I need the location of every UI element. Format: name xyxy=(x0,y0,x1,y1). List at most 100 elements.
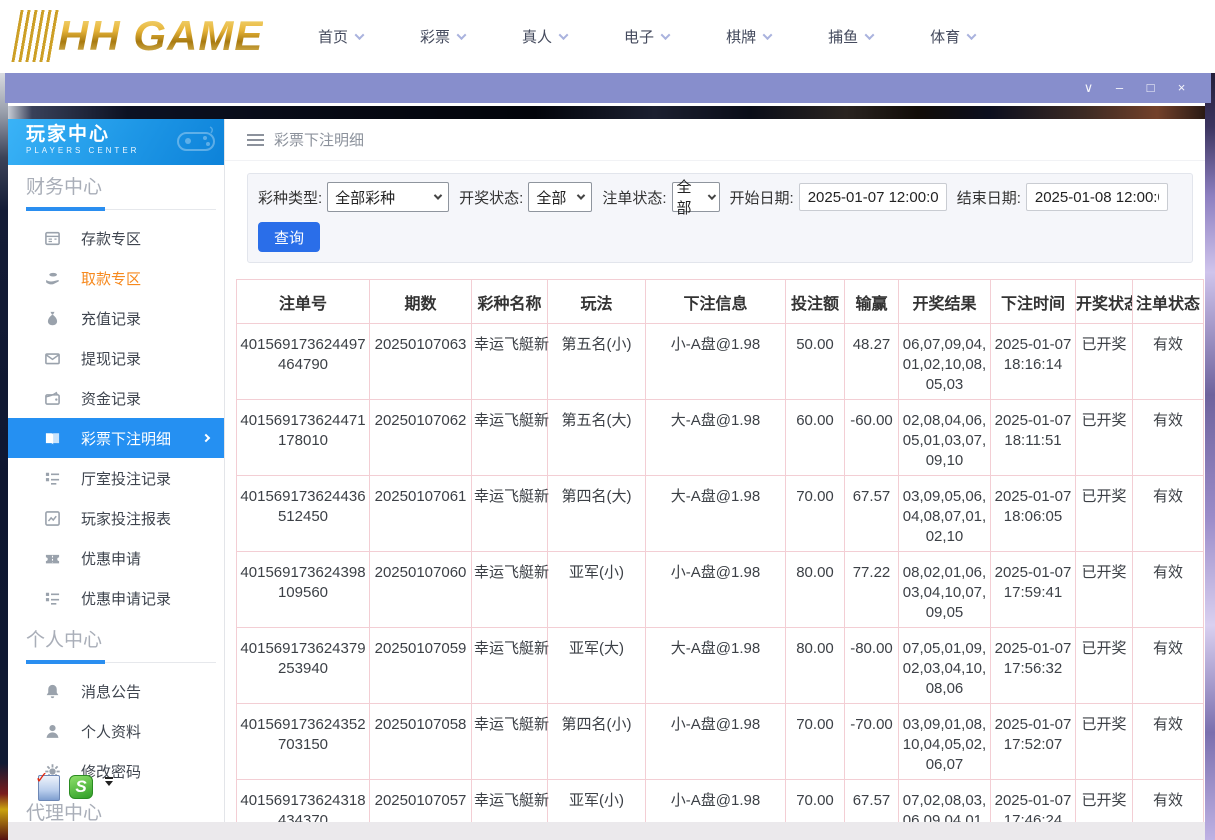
table-cell: 有效 xyxy=(1133,552,1204,628)
column-header: 下注信息 xyxy=(646,280,786,324)
table-cell: 06,07,09,04,01,02,10,08,05,03 xyxy=(899,324,991,400)
table-cell: 401569173624436512450 xyxy=(237,476,370,552)
lottery-type-select[interactable]: 全部彩种 xyxy=(327,182,449,212)
window-collapse-button[interactable]: ∨ xyxy=(1073,73,1104,103)
sidebar-item-player-bet-report[interactable]: 玩家投注报表 xyxy=(8,498,224,538)
window-minimize-button[interactable]: – xyxy=(1104,73,1135,103)
table-cell: 大-A盘@1.98 xyxy=(646,476,786,552)
column-header: 投注额 xyxy=(786,280,845,324)
table-cell: 已开奖 xyxy=(1076,400,1133,476)
table-row: 40156917362447117801020250107062幸运飞艇新第五名… xyxy=(237,400,1204,476)
window-bottom-gap xyxy=(8,822,1205,840)
sidebar-item-deposit[interactable]: 存款专区 xyxy=(8,218,224,258)
table-cell: 07,02,08,03,06,09,04,01,05,10 xyxy=(899,780,991,823)
nav-item-fishing[interactable]: 捕鱼 xyxy=(828,26,873,47)
menu-icon[interactable] xyxy=(247,134,264,146)
sidebar-item-messages[interactable]: 消息公告 xyxy=(8,671,224,711)
table-cell: 2025-01-07 18:11:51 xyxy=(991,400,1076,476)
ime-toolbar-icon[interactable] xyxy=(102,777,116,786)
draw-status-select[interactable]: 全部 xyxy=(528,182,592,212)
query-button[interactable]: 查询 xyxy=(258,222,320,252)
site-header: HH GAME 首页 彩票 真人 电子 棋牌 捕鱼 体育 xyxy=(0,0,1215,73)
sidebar-section: 代理中心 xyxy=(8,801,224,822)
table-cell: 第五名(小) xyxy=(548,324,646,400)
table-cell: 80.00 xyxy=(786,552,845,628)
table-cell: 幸运飞艇新 xyxy=(472,552,548,628)
start-date-label: 开始日期: xyxy=(730,187,794,208)
table-cell: 有效 xyxy=(1133,628,1204,704)
table-row: 40156917362443651245020250107061幸运飞艇新第四名… xyxy=(237,476,1204,552)
sidebar-item-promo-apply[interactable]: 优惠申请 xyxy=(8,538,224,578)
chevron-down-icon xyxy=(708,192,716,200)
table-cell: -80.00 xyxy=(845,628,899,704)
person-icon xyxy=(44,723,61,740)
sidebar-item-recharge-record[interactable]: 充值记录 xyxy=(8,298,224,338)
sidebar-section: 个人中心 消息公告 个人资料 修改密码 xyxy=(8,628,224,791)
end-date-label: 结束日期: xyxy=(957,187,1021,208)
table-cell: -70.00 xyxy=(845,704,899,780)
sidebar-section: 财务中心 存款专区 取款专区 充值记录 提现记录 资金记录 彩票下注明细 xyxy=(8,175,224,618)
table-cell: 401569173624398109560 xyxy=(237,552,370,628)
column-header: 开奖状态 xyxy=(1076,280,1133,324)
column-header: 下注时间 xyxy=(991,280,1076,324)
table-cell: 03,09,01,08,10,04,05,02,06,07 xyxy=(899,704,991,780)
window-close-button[interactable]: × xyxy=(1166,73,1197,103)
sidebar-item-withdraw[interactable]: 取款专区 xyxy=(8,258,224,298)
table-cell: 已开奖 xyxy=(1076,780,1133,823)
nav-item-sports[interactable]: 体育 xyxy=(930,26,975,47)
filter-panel: 彩种类型: 全部彩种 开奖状态: 全部 xyxy=(247,173,1193,263)
main-nav: 首页 彩票 真人 电子 棋牌 捕鱼 体育 xyxy=(318,0,975,73)
sogou-input-icon[interactable]: S xyxy=(69,775,93,799)
table-cell: 07,05,01,09,02,03,04,10,08,06 xyxy=(899,628,991,704)
table-row: 40156917362435270315020250107058幸运飞艇新第四名… xyxy=(237,704,1204,780)
table-cell: 20250107063 xyxy=(370,324,472,400)
table-cell: 已开奖 xyxy=(1076,476,1133,552)
nav-item-lottery[interactable]: 彩票 xyxy=(420,26,465,47)
sidebar-item-lottery-bet-detail[interactable]: 彩票下注明细 xyxy=(8,418,224,458)
table-cell: 60.00 xyxy=(786,400,845,476)
nav-item-board[interactable]: 棋牌 xyxy=(726,26,771,47)
sidebar-item-hall-bet-record[interactable]: 厅室投注记录 xyxy=(8,458,224,498)
nav-item-slots[interactable]: 电子 xyxy=(624,26,669,47)
sidebar: 玩家中心 PLAYERS CENTER 财务中心 存款 xyxy=(8,119,225,822)
column-header: 玩法 xyxy=(548,280,646,324)
sidebar-item-promo-apply-record[interactable]: 优惠申请记录 xyxy=(8,578,224,618)
table-cell: 20250107061 xyxy=(370,476,472,552)
sidebar-header: 玩家中心 PLAYERS CENTER xyxy=(8,119,224,165)
nav-item-live[interactable]: 真人 xyxy=(522,26,567,47)
sidebar-item-profile[interactable]: 个人资料 xyxy=(8,711,224,751)
table-cell: 大-A盘@1.98 xyxy=(646,628,786,704)
table-row: 40156917362437925394020250107059幸运飞艇新亚军(… xyxy=(237,628,1204,704)
chevron-right-icon xyxy=(202,434,210,442)
table-row: 40156917362431843437020250107057幸运飞艇新亚军(… xyxy=(237,780,1204,823)
table-cell: 幸运飞艇新 xyxy=(472,780,548,823)
logo[interactable]: HH GAME xyxy=(16,4,263,68)
player-center-window: 玩家中心 PLAYERS CENTER 财务中心 存款 xyxy=(8,103,1205,822)
bets-table-wrap: 注单号期数彩种名称玩法下注信息投注额输赢开奖结果下注时间开奖状态注单状态 401… xyxy=(236,279,1204,822)
column-header: 开奖结果 xyxy=(899,280,991,324)
sidebar-section-title: 代理中心 xyxy=(26,801,216,822)
window-titlebar[interactable]: ∨–□× xyxy=(5,73,1211,103)
start-date-input[interactable] xyxy=(799,183,947,211)
table-cell: 小-A盘@1.98 xyxy=(646,324,786,400)
table-cell: 幸运飞艇新 xyxy=(472,704,548,780)
table-cell: 401569173624379253940 xyxy=(237,628,370,704)
end-date-input[interactable] xyxy=(1026,183,1168,211)
table-cell: 70.00 xyxy=(786,780,845,823)
window-maximize-button[interactable]: □ xyxy=(1135,73,1166,103)
order-status-label: 注单状态: xyxy=(602,187,666,208)
table-cell: 2025-01-07 17:59:41 xyxy=(991,552,1076,628)
table-cell: 小-A盘@1.98 xyxy=(646,704,786,780)
desktop-notes-shortcut-icon[interactable] xyxy=(38,775,60,801)
table-header-row: 注单号期数彩种名称玩法下注信息投注额输赢开奖结果下注时间开奖状态注单状态 xyxy=(237,280,1204,324)
envelope-icon xyxy=(44,350,61,367)
column-header: 注单号 xyxy=(237,280,370,324)
sidebar-item-funds-record[interactable]: 资金记录 xyxy=(8,378,224,418)
nav-item-home[interactable]: 首页 xyxy=(318,26,363,47)
chevron-down-icon xyxy=(865,30,875,40)
order-status-select[interactable]: 全部 xyxy=(672,182,720,212)
sidebar-item-withdrawal-record[interactable]: 提现记录 xyxy=(8,338,224,378)
sidebar-section-title: 个人中心 xyxy=(26,628,216,654)
table-cell: 2025-01-07 17:56:32 xyxy=(991,628,1076,704)
table-cell: 2025-01-07 18:06:05 xyxy=(991,476,1076,552)
